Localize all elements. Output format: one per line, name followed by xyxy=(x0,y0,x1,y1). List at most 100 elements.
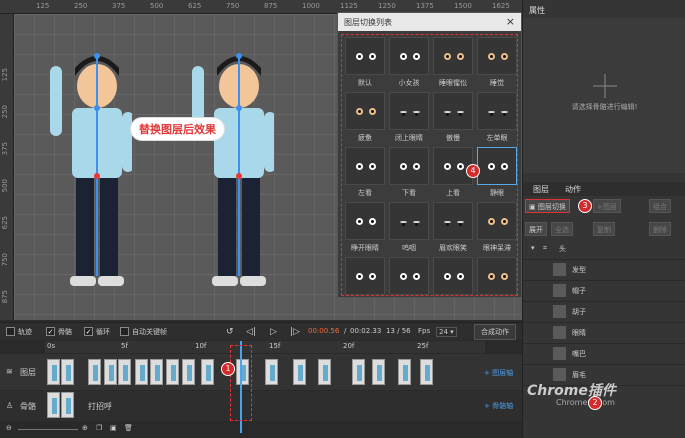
layer-option[interactable]: 眉欢眼笑 xyxy=(433,202,473,253)
layer-option[interactable]: 左看 xyxy=(345,147,385,198)
layer-option[interactable]: 默认 xyxy=(345,37,385,88)
layer-option[interactable]: 小女孩 xyxy=(389,37,429,88)
layer-option[interactable]: 眼神呆滞 xyxy=(477,202,517,253)
layer-option[interactable] xyxy=(477,257,517,298)
image-icon: ▣ xyxy=(529,203,536,211)
layer-row[interactable]: 发型 xyxy=(523,260,685,281)
auto-key-checkbox[interactable] xyxy=(120,327,129,336)
timeline-tick: 25f xyxy=(417,342,429,350)
zoom-in-icon[interactable]: ⊕ xyxy=(82,424,88,432)
layer-option[interactable]: 睡眼惺忪 xyxy=(433,37,473,88)
ruler-tick: 625 xyxy=(188,2,202,10)
layer-row[interactable]: 眼睛 xyxy=(523,323,685,344)
eye-icon xyxy=(369,218,376,225)
add-layer-axis-button[interactable]: + 图层轴 xyxy=(484,368,513,378)
layer-button-label: 图层 xyxy=(602,203,617,211)
layer-name: 帽子 xyxy=(572,287,586,295)
layer-option[interactable]: 呜咽 xyxy=(389,202,429,253)
time-separator: / xyxy=(344,327,347,335)
layer-frame-thumb[interactable] xyxy=(182,359,195,385)
tab-layers[interactable]: 图层 xyxy=(533,184,549,195)
layer-option-label: 静眼 xyxy=(490,189,504,197)
layer-option[interactable]: 静眼 xyxy=(477,147,517,198)
layer-row[interactable]: 嘴巴 xyxy=(523,344,685,365)
layer-switch-button[interactable]: ▣ 图层切换 xyxy=(525,199,570,213)
layer-name: 眉毛 xyxy=(572,371,586,379)
compose-action-button[interactable]: 合成动作 xyxy=(474,324,516,340)
layer-option[interactable]: 闭上眼睛 xyxy=(389,92,429,143)
layer-option[interactable] xyxy=(433,257,473,298)
layer-frame-thumb[interactable] xyxy=(201,359,214,385)
layer-option[interactable]: 傲慢 xyxy=(433,92,473,143)
add-bone-axis-button[interactable]: + 骨骼轴 xyxy=(484,401,513,411)
select-all-button[interactable]: 全选 xyxy=(551,222,573,236)
trash-icon[interactable]: 🗑 xyxy=(124,424,133,432)
paste-icon[interactable]: ▣ xyxy=(110,424,117,432)
timeline-tick: 10f xyxy=(195,342,207,350)
layer-frame-thumb[interactable] xyxy=(420,359,433,385)
layer-frame-thumb[interactable] xyxy=(118,359,131,385)
copy-icon[interactable]: ❐ xyxy=(96,424,102,432)
layer-frame-thumb[interactable] xyxy=(61,359,74,385)
layer-option[interactable] xyxy=(345,257,385,298)
expand-button[interactable]: 展开 xyxy=(525,222,547,236)
layer-option[interactable]: 左单眼 xyxy=(477,92,517,143)
layer-row[interactable]: 胡子 xyxy=(523,302,685,323)
track-label: 轨迹 xyxy=(18,328,32,336)
layer-frame-thumb[interactable] xyxy=(47,359,60,385)
play-icon[interactable]: ▷ xyxy=(270,327,277,337)
zoom-out-icon[interactable]: ⊖ xyxy=(6,424,12,432)
layer-row[interactable]: ▾ ⌗ 头 xyxy=(523,239,685,260)
chevron-down-icon[interactable]: ▾ xyxy=(531,244,535,252)
copy-button[interactable]: 复制 xyxy=(593,222,615,236)
prev-frame-icon[interactable]: ◁| xyxy=(246,327,256,337)
layer-option[interactable]: 疲惫 xyxy=(345,92,385,143)
current-time: 00:00.56 xyxy=(308,327,340,335)
eye-icon xyxy=(457,53,464,60)
timeline-tick: 0s xyxy=(47,342,56,350)
layer-frame-thumb[interactable] xyxy=(166,359,179,385)
character-after xyxy=(192,53,274,286)
eye-icon xyxy=(488,53,495,60)
layer-frame-thumb[interactable] xyxy=(318,359,331,385)
layer-frame-thumb[interactable] xyxy=(135,359,148,385)
layer-list: ▾ ⌗ 头发型帽子胡子 眼睛 嘴巴眉毛 xyxy=(523,239,685,438)
bone-clip-label[interactable]: 打招呼 xyxy=(88,401,112,412)
fps-select[interactable]: 24 ▾ xyxy=(436,327,457,337)
layer-option-label: 傲慢 xyxy=(446,134,460,142)
eye-icon xyxy=(488,163,495,170)
bone-clip-thumb[interactable] xyxy=(47,392,60,418)
layer-group-name: 头 xyxy=(559,245,566,253)
layer-button[interactable]: +图层 xyxy=(593,199,621,213)
layer-option[interactable] xyxy=(389,257,429,298)
loop-checkbox[interactable]: ✓ xyxy=(84,327,93,336)
loop-label: 循环 xyxy=(96,328,110,336)
layer-frame-thumb[interactable] xyxy=(398,359,411,385)
layer-frame-thumb[interactable] xyxy=(352,359,365,385)
layer-option-thumb xyxy=(345,202,385,240)
layer-frame-thumb[interactable] xyxy=(265,359,278,385)
eye-icon xyxy=(413,221,420,226)
layer-switch-label: 图层切换 xyxy=(537,203,566,211)
layer-frame-thumb[interactable] xyxy=(104,359,117,385)
layer-frame-thumb[interactable] xyxy=(372,359,385,385)
properties-title: 属性 xyxy=(529,6,545,15)
layer-option[interactable]: 睡觉 xyxy=(477,37,517,88)
tab-actions[interactable]: 动作 xyxy=(565,184,581,195)
layer-row[interactable]: 帽子 xyxy=(523,281,685,302)
eye-icon xyxy=(413,273,420,280)
close-icon[interactable]: × xyxy=(506,15,515,28)
layer-frame-thumb[interactable] xyxy=(88,359,101,385)
layer-frame-thumb[interactable] xyxy=(293,359,306,385)
layer-frame-thumb[interactable] xyxy=(150,359,163,385)
delete-button[interactable]: 删除 xyxy=(649,222,671,236)
track-checkbox[interactable] xyxy=(6,327,15,336)
next-frame-icon[interactable]: |▷ xyxy=(290,327,300,337)
layer-option[interactable]: 睁开眼睛 xyxy=(345,202,385,253)
layer-option[interactable]: 下看 xyxy=(389,147,429,198)
zoom-slider[interactable] xyxy=(18,429,78,430)
bone-checkbox[interactable]: ✓ xyxy=(46,327,55,336)
reset-icon[interactable]: ↺ xyxy=(226,327,234,337)
group-button[interactable]: 组合 xyxy=(649,199,671,213)
bone-clip-thumb[interactable] xyxy=(61,392,74,418)
